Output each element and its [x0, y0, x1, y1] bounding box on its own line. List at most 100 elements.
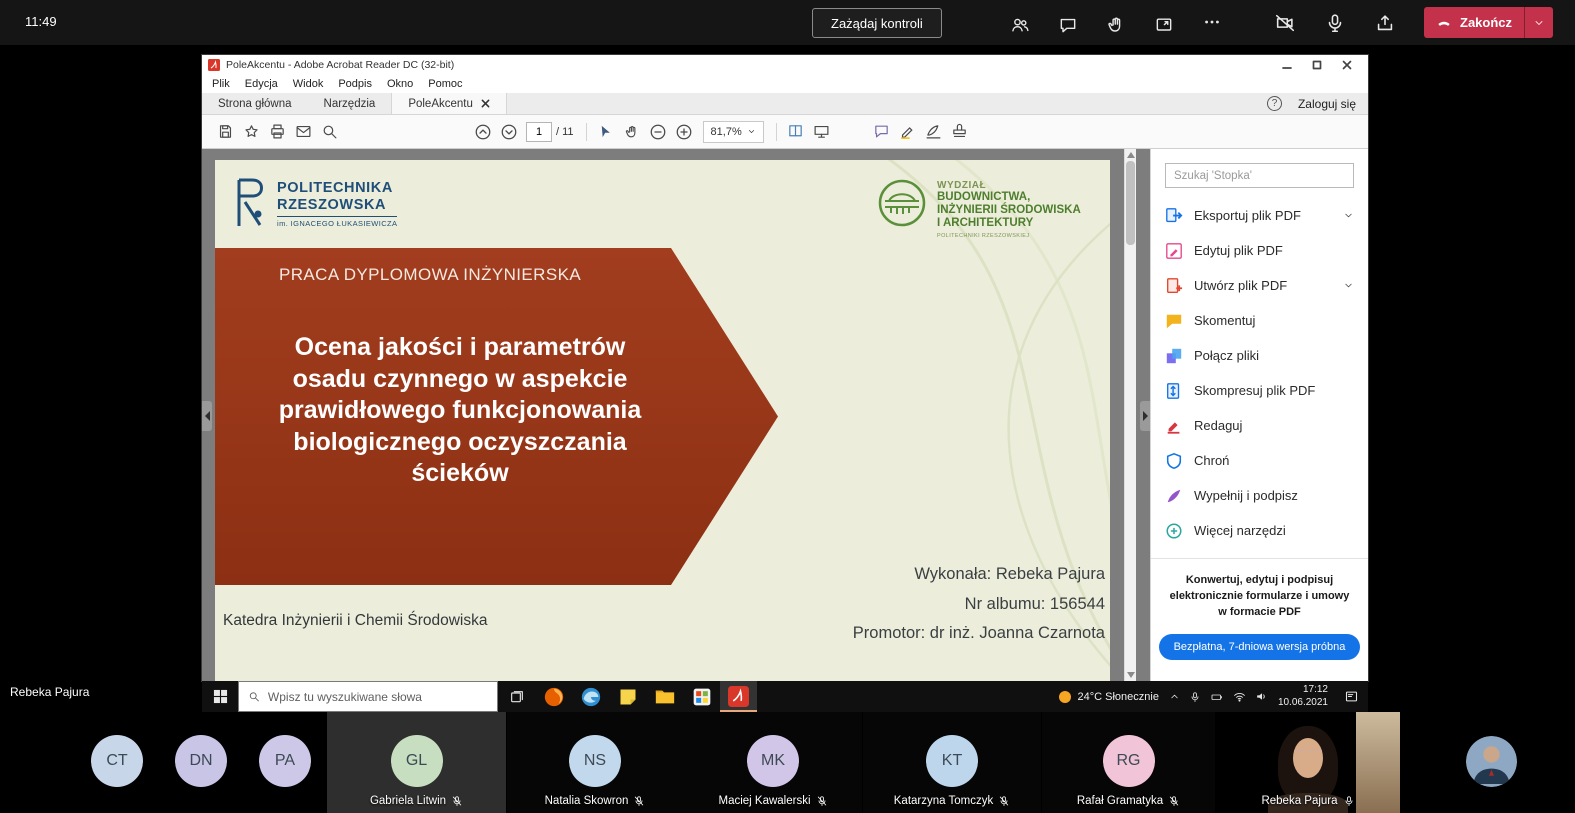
previous-page-icon[interactable]: [470, 119, 496, 145]
participant-tile[interactable]: PA: [243, 712, 327, 813]
participant-tile[interactable]: CT: [75, 712, 159, 813]
pop-out-icon[interactable]: [1154, 15, 1174, 35]
tool-edit-pdf[interactable]: Edytuj plik PDF: [1151, 233, 1368, 268]
taskbar-clock[interactable]: 17:12 10.06.2021: [1278, 684, 1328, 709]
raise-hand-icon[interactable]: [1106, 15, 1126, 35]
more-options-icon[interactable]: [1202, 12, 1222, 37]
mic-icon[interactable]: [1324, 12, 1346, 34]
next-page-icon[interactable]: [496, 119, 522, 145]
vertical-scrollbar[interactable]: [1124, 149, 1136, 681]
tool-compress-pdf[interactable]: Skompresuj plik PDF: [1151, 373, 1368, 408]
tab-close-icon[interactable]: [481, 99, 490, 108]
participant-tile[interactable]: GL Gabriela Litwin: [327, 712, 506, 813]
tab-document[interactable]: PoleAkcentu: [391, 93, 507, 114]
presenter-video-tile[interactable]: Rebeka Pajura: [1216, 712, 1400, 813]
menu-widok[interactable]: Widok: [293, 78, 324, 90]
read-mode-icon[interactable]: [809, 119, 835, 145]
highlight-tool-icon[interactable]: [895, 119, 921, 145]
trial-button[interactable]: Bezpłatna, 7-dniowa wersja próbna: [1159, 634, 1361, 660]
page-display-icon[interactable]: [783, 119, 809, 145]
weather-widget[interactable]: 24°C Słonecznie: [1059, 691, 1158, 703]
sign-tool-icon[interactable]: [921, 119, 947, 145]
taskbar-search-input[interactable]: [268, 690, 488, 704]
battery-icon[interactable]: [1210, 691, 1224, 703]
tool-export-pdf[interactable]: Eksportuj plik PDF: [1151, 198, 1368, 233]
email-icon[interactable]: [290, 119, 316, 145]
participant-tile[interactable]: RG Rafał Gramatyka: [1042, 712, 1215, 813]
search-icon[interactable]: [316, 119, 342, 145]
tool-redact[interactable]: Redaguj: [1151, 408, 1368, 443]
tool-label: Więcej narzędzi: [1194, 523, 1286, 538]
scroll-up-arrow[interactable]: [1127, 152, 1135, 158]
file-explorer-icon[interactable]: [646, 681, 683, 712]
right-panel-toggle[interactable]: [1140, 401, 1150, 431]
help-icon[interactable]: ?: [1267, 96, 1282, 111]
save-icon[interactable]: [212, 119, 238, 145]
task-view-icon[interactable]: [498, 681, 535, 712]
tool-protect[interactable]: Chroń: [1151, 443, 1368, 478]
acrobat-taskbar-icon[interactable]: [720, 681, 757, 712]
menu-pomoc[interactable]: Pomoc: [428, 78, 462, 90]
participant-tile[interactable]: KT Katarzyna Tomczyk: [863, 712, 1041, 813]
self-view-avatar[interactable]: [1466, 736, 1517, 787]
menu-plik[interactable]: Plik: [212, 78, 230, 90]
participant-tile[interactable]: NS Natalia Skowron: [507, 712, 684, 813]
tab-home[interactable]: Strona główna: [202, 93, 308, 114]
share-screen-icon[interactable]: [1374, 12, 1396, 34]
select-tool-icon[interactable]: [593, 119, 619, 145]
tool-comment[interactable]: Skomentuj: [1151, 303, 1368, 338]
tray-chevron-icon[interactable]: [1169, 691, 1180, 702]
office-app-icon[interactable]: [683, 681, 720, 712]
sign-in-link[interactable]: Zaloguj się: [1298, 97, 1356, 111]
menu-podpis[interactable]: Podpis: [338, 78, 372, 90]
zoom-out-icon[interactable]: [645, 119, 671, 145]
edge-icon[interactable]: [572, 681, 609, 712]
menu-edycja[interactable]: Edycja: [245, 78, 278, 90]
sticky-notes-icon[interactable]: [609, 681, 646, 712]
action-center-icon[interactable]: [1338, 681, 1364, 712]
network-icon[interactable]: [1233, 690, 1246, 703]
end-call-button[interactable]: Zakończ: [1424, 7, 1553, 38]
tool-fill-sign[interactable]: Wypełnij i podpisz: [1151, 478, 1368, 513]
tray-mic-icon[interactable]: [1189, 691, 1201, 703]
presenter-name-label: Rebeka Pajura: [10, 685, 89, 699]
chevron-down-icon[interactable]: [1343, 280, 1354, 291]
close-button[interactable]: [1332, 55, 1362, 75]
volume-icon[interactable]: [1255, 690, 1268, 703]
tools-search-input[interactable]: [1174, 170, 1345, 182]
scrollbar-thumb[interactable]: [1126, 161, 1135, 245]
participants-icon[interactable]: [1010, 15, 1030, 35]
faculty-logo-icon: [877, 178, 927, 228]
tool-create-pdf[interactable]: Utwórz plik PDF: [1151, 268, 1368, 303]
zoom-level-dropdown[interactable]: 81,7%: [703, 121, 764, 143]
print-icon[interactable]: [264, 119, 290, 145]
scroll-down-arrow[interactable]: [1127, 672, 1135, 678]
tool-combine-files[interactable]: Połącz pliki: [1151, 338, 1368, 373]
tool-more-tools[interactable]: Więcej narzędzi: [1151, 513, 1368, 548]
page-number-input[interactable]: [526, 122, 552, 142]
maximize-button[interactable]: [1302, 55, 1332, 75]
hand-tool-icon[interactable]: [619, 119, 645, 145]
request-control-button[interactable]: Zażądaj kontroli: [812, 8, 942, 38]
participant-tile[interactable]: DN: [159, 712, 243, 813]
start-button[interactable]: [202, 681, 238, 712]
star-icon[interactable]: [238, 119, 264, 145]
participant-tile[interactable]: MK Maciej Kawalerski: [684, 712, 862, 813]
zoom-in-icon[interactable]: [671, 119, 697, 145]
firefox-icon[interactable]: [535, 681, 572, 712]
chevron-down-icon[interactable]: [1343, 210, 1354, 221]
comment-tool-icon[interactable]: [869, 119, 895, 145]
tools-search-box[interactable]: [1165, 163, 1354, 188]
menu-okno[interactable]: Okno: [387, 78, 413, 90]
stamp-tool-icon[interactable]: [947, 119, 973, 145]
end-options-chevron-icon[interactable]: [1525, 17, 1553, 29]
taskbar-search-box[interactable]: [238, 681, 498, 712]
left-panel-toggle[interactable]: [202, 401, 212, 431]
promoter-line: Promotor: dr inż. Joanna Czarnota: [853, 619, 1105, 649]
camera-off-icon[interactable]: [1274, 12, 1296, 34]
tab-tools[interactable]: Narzędzia: [308, 93, 392, 114]
chat-icon[interactable]: [1058, 15, 1078, 35]
minimize-button[interactable]: [1272, 55, 1302, 75]
create-pdf-icon: [1165, 277, 1183, 295]
faculty-line5: POLITECHNIKI RZESZOWSKIEJ: [937, 233, 1081, 239]
